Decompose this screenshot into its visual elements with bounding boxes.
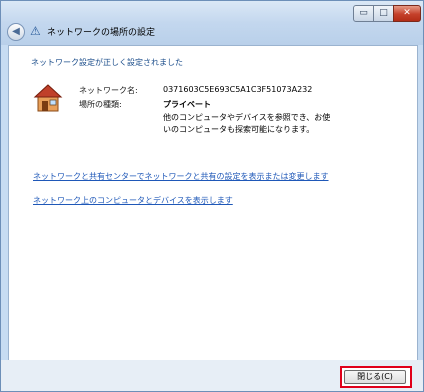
- sharing-center-link[interactable]: ネットワークと共有センターでネットワークと共有の設定を表示または変更します: [33, 172, 329, 182]
- close-icon: ✕: [403, 8, 411, 18]
- window-close-button[interactable]: ✕: [393, 5, 421, 22]
- minimize-button[interactable]: ▭: [353, 5, 374, 22]
- close-button[interactable]: 閉じる(C): [344, 370, 406, 384]
- network-name-label: ネットワーク名:: [79, 86, 138, 95]
- success-message: ネットワーク設定が正しく設定されました: [31, 58, 183, 67]
- view-computers-link[interactable]: ネットワーク上のコンピュータとデバイスを表示します: [33, 196, 329, 206]
- minimize-icon: ▭: [359, 8, 368, 18]
- house-icon: [33, 84, 63, 112]
- dialog-window: ◀ ⚠ ネットワークの場所の設定 ▭ □ ✕ ネットワーク設定が正しく設定されま…: [0, 0, 424, 392]
- title-bar: ◀ ⚠ ネットワークの場所の設定 ▭ □ ✕: [1, 1, 423, 45]
- maximize-button[interactable]: □: [373, 5, 394, 22]
- network-name-value: 0371603C5E693C5A1C3F51073A232: [163, 85, 313, 94]
- location-type-value: プライベート: [163, 100, 211, 109]
- content-area: ネットワーク設定が正しく設定されました ネットワーク名: 0371603C5E6…: [8, 45, 418, 361]
- close-button-highlight: 閉じる(C): [340, 366, 412, 388]
- network-icon: ⚠: [30, 24, 41, 38]
- location-type-label: 場所の種類:: [79, 100, 122, 109]
- back-arrow-icon[interactable]: ◀: [7, 23, 25, 41]
- location-description: 他のコンピュータやデバイスを参照でき、お使いのコンピュータも探索可能になります。: [163, 113, 331, 134]
- maximize-icon: □: [379, 8, 388, 18]
- window-title: ネットワークの場所の設定: [47, 28, 156, 38]
